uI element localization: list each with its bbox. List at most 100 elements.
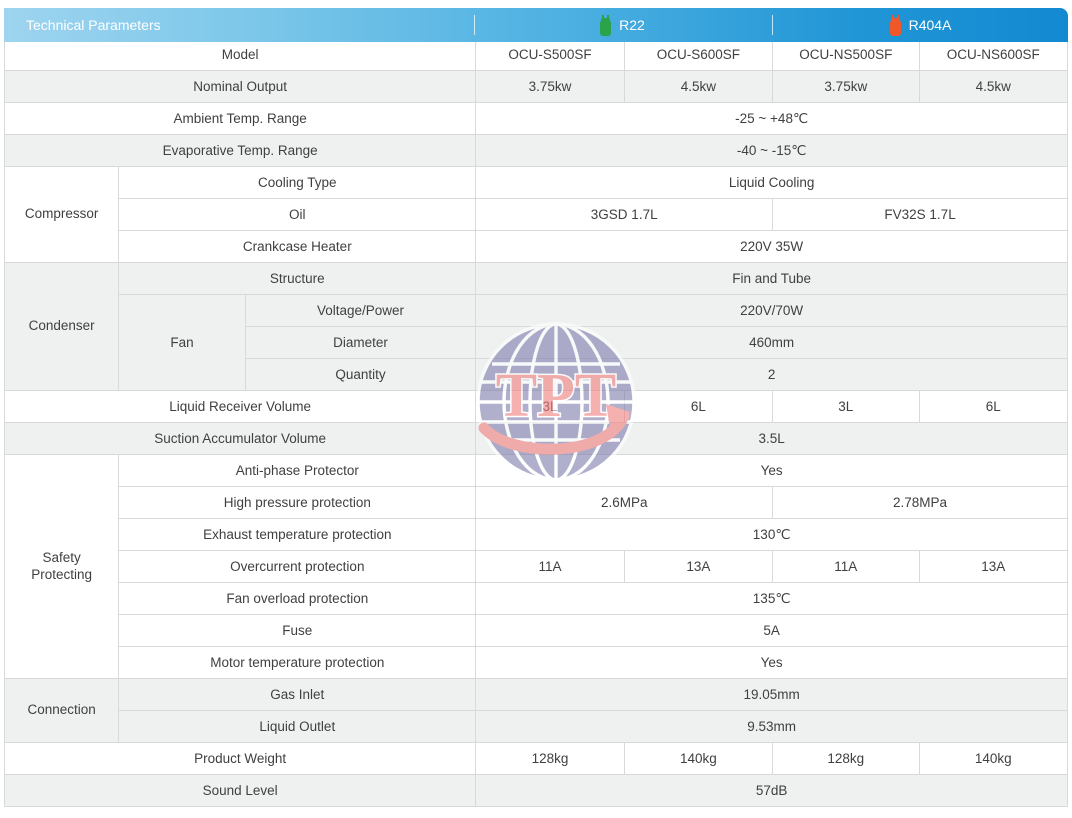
cell-value: 135℃ <box>475 582 1068 615</box>
row-label: Suction Accumulator Volume <box>3 422 477 455</box>
row-label: Fuse <box>118 614 477 647</box>
row-label: Liquid Outlet <box>118 710 477 743</box>
cell-value: 6L <box>623 390 774 423</box>
cell-value: 3.75kw <box>772 70 920 103</box>
cell-value: 3GSD 1.7L <box>475 198 774 231</box>
cell-value: OCU-NS600SF <box>918 38 1069 71</box>
page-title: Technical Parameters <box>26 17 161 33</box>
cell-value: FV32S 1.7L <box>772 198 1068 231</box>
subgroup-label-fan: Fan <box>118 294 246 391</box>
table-row-nominal-output: Nominal Output 3.75kw 4.5kw 3.75kw 4.5kw <box>3 70 1069 103</box>
row-label: Ambient Temp. Range <box>3 102 477 135</box>
group-label-condenser: Condenser <box>3 262 120 391</box>
refrigerant-r404a: R404A <box>772 8 1068 42</box>
table-row-model: Model OCU-S500SF OCU-S600SF OCU-NS500SF … <box>3 38 1069 71</box>
cell-value: -40 ~ -15℃ <box>475 134 1068 167</box>
table-row-motor-temp: Motor temperature protection Yes <box>5 646 1068 679</box>
cell-value: 3L <box>772 390 920 423</box>
cell-value: 2.6MPa <box>475 486 774 519</box>
cell-value: 4.5kw <box>623 70 774 103</box>
cell-value: 220V/70W <box>475 294 1068 327</box>
cell-value: 220V 35W <box>475 230 1068 263</box>
cell-value: 140kg <box>918 742 1069 775</box>
cell-value: 460mm <box>475 326 1068 359</box>
row-label: Oil <box>118 198 477 231</box>
table-row-fan-voltage-power: Fan Voltage/Power 220V/70W <box>5 294 1068 391</box>
row-label: Model <box>3 38 477 71</box>
row-label: Overcurrent protection <box>118 550 477 583</box>
table-row-high-pressure: High pressure protection 2.6MPa 2.78MPa <box>5 486 1068 519</box>
table-row-exhaust-temp: Exhaust temperature protection 130℃ <box>5 518 1068 551</box>
row-label: Voltage/Power <box>244 294 477 327</box>
row-label: Anti-phase Protector <box>118 454 477 487</box>
group-label-safety-protecting: Safety Protecting <box>3 454 120 679</box>
gas-cylinder-icon <box>599 14 612 36</box>
refrigerant-label: R22 <box>619 17 645 33</box>
cell-value: Fin and Tube <box>475 262 1068 295</box>
table-row-suction-accumulator: Suction Accumulator Volume 3.5L <box>3 422 1068 455</box>
row-label: Nominal Output <box>3 70 477 103</box>
table-row-liquid-receiver: Liquid Receiver Volume 3L 6L 3L 6L <box>3 390 1069 423</box>
cell-value: 128kg <box>475 742 625 775</box>
group-label-connection: Connection <box>3 678 120 743</box>
cell-value: 11A <box>475 550 625 583</box>
row-label: Cooling Type <box>118 166 477 199</box>
cell-value: 6L <box>918 390 1069 423</box>
cell-value: 19.05mm <box>475 678 1068 711</box>
cell-value: OCU-S500SF <box>475 38 625 71</box>
group-label-compressor: Compressor <box>3 166 120 263</box>
table-row-cooling-type: Compressor Cooling Type Liquid Cooling <box>3 166 1068 263</box>
table-row-oil: Oil 3GSD 1.7L FV32S 1.7L <box>5 198 1068 231</box>
row-label: Sound Level <box>3 774 477 807</box>
cell-value: 2 <box>475 358 1068 391</box>
cell-value: 5A <box>475 614 1068 647</box>
table-row-evaporative-temp: Evaporative Temp. Range -40 ~ -15℃ <box>3 134 1068 167</box>
technical-parameters-table: Model OCU-S500SF OCU-S600SF OCU-NS500SF … <box>3 4 1069 807</box>
row-label: Product Weight <box>3 742 477 775</box>
group-label-line1: Safety <box>42 549 81 565</box>
table-row-structure: Condenser Structure Fin and Tube <box>3 262 1068 391</box>
row-label: Crankcase Heater <box>118 230 477 263</box>
cell-value: 57dB <box>475 774 1068 807</box>
cell-value: 140kg <box>623 742 774 775</box>
cell-value: 128kg <box>772 742 920 775</box>
cell-value: -25 ~ +48℃ <box>475 102 1068 135</box>
table-row-fuse: Fuse 5A <box>5 614 1068 647</box>
row-label: Evaporative Temp. Range <box>3 134 477 167</box>
refrigerant-label: R404A <box>908 17 952 33</box>
cell-value: 3.5L <box>475 422 1068 455</box>
cell-value: Yes <box>475 646 1068 679</box>
row-label: Gas Inlet <box>118 678 477 711</box>
row-label: Fan overload protection <box>118 582 477 615</box>
cell-value: 4.5kw <box>918 70 1069 103</box>
gas-cylinder-icon <box>889 14 902 36</box>
row-label: Structure <box>118 262 477 295</box>
refrigerant-r22: R22 <box>474 8 770 42</box>
cell-value: Liquid Cooling <box>475 166 1068 199</box>
cell-value: 11A <box>772 550 920 583</box>
cell-value: 13A <box>918 550 1069 583</box>
cell-value: 2.78MPa <box>772 486 1068 519</box>
cell-value: 13A <box>623 550 774 583</box>
table-row-ambient-temp: Ambient Temp. Range -25 ~ +48℃ <box>3 102 1068 135</box>
group-label-line2: Protecting <box>31 566 93 582</box>
row-label: High pressure protection <box>118 486 477 519</box>
table-row-overcurrent: Overcurrent protection 11A 13A 11A 13A <box>5 550 1069 583</box>
row-label: Exhaust temperature protection <box>118 518 477 551</box>
cell-value: OCU-NS500SF <box>772 38 920 71</box>
table-row-fan-overload: Fan overload protection 135℃ <box>5 582 1068 615</box>
table-row-crankcase-heater: Crankcase Heater 220V 35W <box>5 230 1068 263</box>
row-label: Motor temperature protection <box>118 646 477 679</box>
row-label: Quantity <box>244 358 477 391</box>
cell-value: OCU-S600SF <box>623 38 774 71</box>
spec-sheet: TPT Technical Parameters R22 R404A Model… <box>0 4 1072 818</box>
cell-value: 130℃ <box>475 518 1068 551</box>
table-row-sound-level: Sound Level 57dB <box>3 774 1068 807</box>
row-label: Diameter <box>244 326 477 359</box>
cell-value: 3.75kw <box>475 70 625 103</box>
cell-value: 3L <box>475 390 625 423</box>
table-row-liquid-outlet: Liquid Outlet 9.53mm <box>5 710 1068 743</box>
cell-value: 9.53mm <box>475 710 1068 743</box>
table-row-anti-phase: Safety Protecting Anti-phase Protector Y… <box>3 454 1068 679</box>
table-row-product-weight: Product Weight 128kg 140kg 128kg 140kg <box>3 742 1069 775</box>
